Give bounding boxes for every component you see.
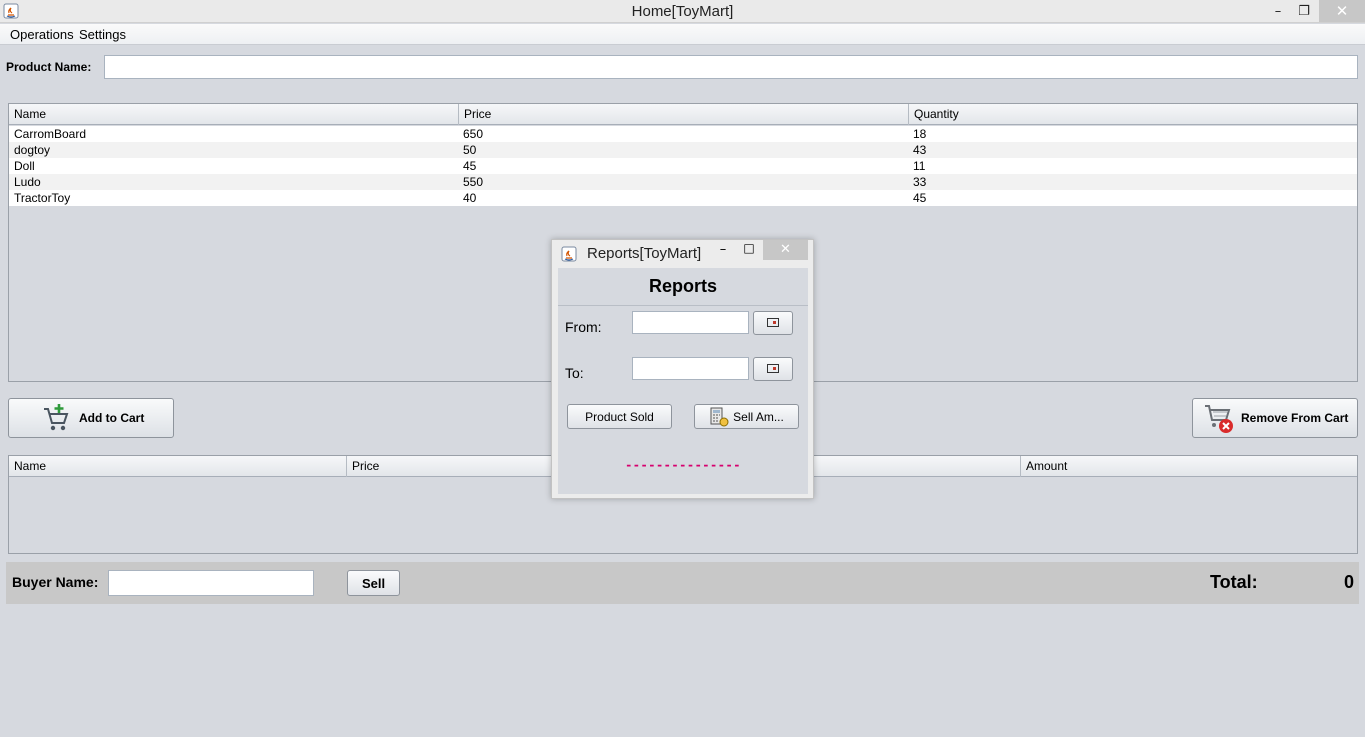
menu-operations[interactable]: Operations (10, 27, 74, 42)
cell-price: 45 (463, 159, 477, 173)
remove-from-cart-icon (1203, 401, 1235, 435)
buyer-name-input[interactable] (108, 570, 314, 596)
minimize-button[interactable]: – (1264, 0, 1292, 22)
product-name-label: Product Name: (6, 60, 92, 74)
cell-quantity: 43 (913, 143, 927, 157)
cell-price: 50 (463, 143, 477, 157)
from-date-picker-button[interactable] (753, 311, 793, 335)
column-header-amount[interactable]: Amount (1021, 456, 1359, 477)
sell-amount-label: Sell Am... (733, 409, 784, 424)
sell-amount-button[interactable]: Sell Am... (694, 404, 799, 429)
reports-dialog: Reports[ToyMart] – □ ✕ Reports From: To:… (551, 239, 814, 499)
maximize-icon: □ (743, 241, 755, 255)
cell-price: 650 (463, 127, 484, 141)
add-to-cart-button[interactable]: Add to Cart (8, 398, 174, 438)
cell-name: TractorToy (14, 191, 71, 205)
column-header-price[interactable]: Price (459, 104, 909, 125)
minimize-icon: – (1274, 3, 1282, 19)
cell-price: 40 (463, 191, 477, 205)
cell-quantity: 11 (913, 159, 926, 173)
close-icon: ✕ (780, 242, 791, 257)
to-date-picker-button[interactable] (753, 357, 793, 381)
to-date-input[interactable] (632, 357, 749, 380)
calculator-icon (709, 407, 729, 427)
cell-quantity: 33 (913, 175, 927, 189)
calendar-icon (767, 316, 779, 330)
reports-heading: Reports (648, 276, 717, 296)
menu-settings[interactable]: Settings (79, 27, 126, 42)
remove-from-cart-label: Remove From Cart (1241, 411, 1349, 425)
minimize-icon: – (719, 242, 727, 257)
cell-price: 550 (463, 175, 484, 189)
product-name-input[interactable] (104, 55, 1358, 79)
dialog-minimize-button[interactable]: – (714, 242, 732, 260)
buyer-name-label: Buyer Name: (12, 574, 99, 590)
cell-quantity: 45 (913, 191, 927, 205)
column-header-name[interactable]: Name (9, 456, 347, 477)
close-button[interactable]: ✕ (1319, 0, 1365, 22)
table-row[interactable]: Ludo 550 33 (9, 174, 1357, 190)
to-label: To: (565, 365, 584, 381)
add-to-cart-icon (41, 403, 71, 433)
products-table-header: Name Price Quantity (9, 104, 1357, 125)
dialog-close-button[interactable]: ✕ (763, 240, 808, 260)
menu-bar (0, 24, 1365, 45)
cell-name: Ludo (14, 175, 41, 189)
cell-name: dogtoy (14, 143, 51, 157)
report-result-text: --------------- (625, 458, 741, 472)
column-header-quantity[interactable]: Quantity (909, 104, 1359, 125)
reports-panel: Reports From: To: Product Sold Sell Am..… (558, 268, 808, 494)
remove-from-cart-button[interactable]: Remove From Cart (1192, 398, 1358, 438)
maximize-button[interactable]: ❐ (1290, 0, 1318, 22)
calendar-icon (767, 362, 779, 376)
window-title: Home[ToyMart] (631, 3, 734, 20)
dialog-title: Reports[ToyMart] (587, 245, 702, 262)
table-row[interactable]: CarromBoard 650 18 (9, 126, 1357, 142)
cell-name: Doll (14, 159, 35, 173)
from-label: From: (565, 319, 602, 335)
table-row[interactable]: Doll 45 11 (9, 158, 1357, 174)
close-icon: ✕ (1335, 2, 1349, 20)
add-to-cart-label: Add to Cart (79, 411, 145, 425)
table-row[interactable]: dogtoy 50 43 (9, 142, 1357, 158)
column-header-name[interactable]: Name (9, 104, 459, 125)
java-app-icon[interactable] (561, 246, 577, 262)
heading-divider (558, 305, 808, 306)
sell-button[interactable]: Sell (347, 570, 400, 596)
total-label: Total: (1210, 572, 1258, 592)
from-date-input[interactable] (632, 311, 749, 334)
total-value: 0 (1343, 572, 1354, 592)
product-sold-button[interactable]: Product Sold (567, 404, 672, 429)
cell-quantity: 18 (913, 127, 927, 141)
restore-icon: ❐ (1298, 3, 1310, 19)
cell-name: CarromBoard (14, 127, 87, 141)
table-row[interactable]: TractorToy 40 45 (9, 190, 1357, 206)
dialog-maximize-button[interactable]: □ (740, 241, 758, 259)
